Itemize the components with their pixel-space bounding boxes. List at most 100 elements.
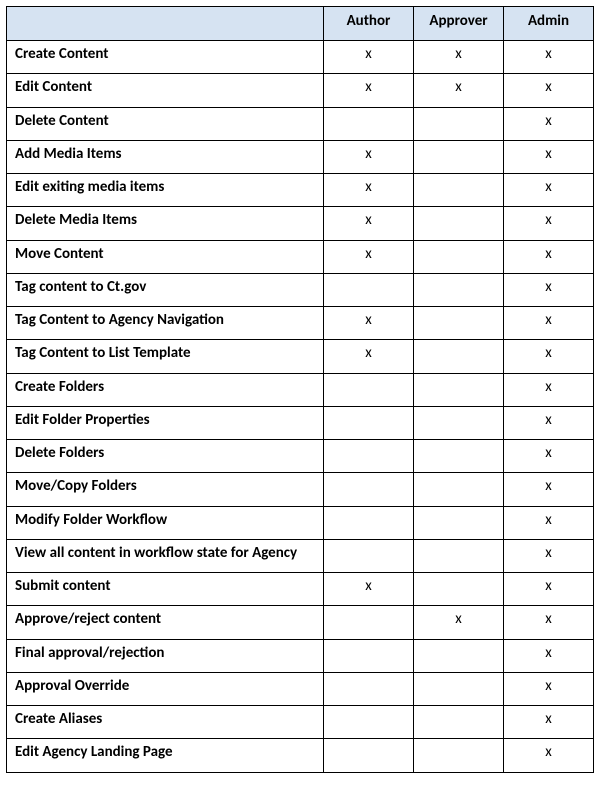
cell-admin: x	[503, 174, 593, 207]
cell-approver	[413, 706, 503, 739]
cell-approver	[413, 406, 503, 439]
table-header: Author Approver Admin	[7, 7, 594, 41]
cell-approver	[413, 140, 503, 173]
cell-approver	[413, 340, 503, 373]
table-row: Create Aliasesx	[7, 706, 594, 739]
cell-admin: x	[503, 639, 593, 672]
col-header-author: Author	[323, 7, 413, 41]
row-label: Move Content	[7, 240, 324, 273]
permissions-table: Author Approver Admin Create ContentxxxE…	[6, 6, 594, 773]
cell-author: x	[323, 74, 413, 107]
cell-approver	[413, 539, 503, 572]
table-row: Final approval/rejection x	[7, 639, 594, 672]
row-label: Delete Media Items	[7, 207, 324, 240]
cell-admin: x	[503, 74, 593, 107]
cell-author	[323, 373, 413, 406]
cell-admin: x	[503, 207, 593, 240]
table-row: Add Media Itemsxx	[7, 140, 594, 173]
cell-admin: x	[503, 373, 593, 406]
cell-approver	[413, 174, 503, 207]
table-row: Edit Agency Landing Page x	[7, 739, 594, 772]
row-label: Add Media Items	[7, 140, 324, 173]
cell-author	[323, 672, 413, 705]
col-header-admin: Admin	[503, 7, 593, 41]
cell-approver	[413, 440, 503, 473]
cell-author	[323, 473, 413, 506]
col-header-approver: Approver	[413, 7, 503, 41]
col-header-blank	[7, 7, 324, 41]
row-label: View all content in workflow state for A…	[7, 539, 324, 572]
row-label: Final approval/rejection	[7, 639, 324, 672]
table-row: Edit Folder Properties x	[7, 406, 594, 439]
row-label: Submit content	[7, 573, 324, 606]
cell-approver	[413, 473, 503, 506]
cell-approver	[413, 573, 503, 606]
table-row: Delete Media Itemsxx	[7, 207, 594, 240]
cell-author: x	[323, 340, 413, 373]
cell-admin: x	[503, 340, 593, 373]
table-row: Tag Content to Agency Navigationxx	[7, 307, 594, 340]
cell-admin: x	[503, 406, 593, 439]
cell-approver	[413, 506, 503, 539]
cell-admin: x	[503, 140, 593, 173]
table-row: Move/Copy Foldersx	[7, 473, 594, 506]
cell-author	[323, 107, 413, 140]
row-label: Tag Content to Agency Navigation	[7, 307, 324, 340]
cell-approver	[413, 739, 503, 772]
cell-approver: x	[413, 606, 503, 639]
table-row: Approve/reject content xx	[7, 606, 594, 639]
cell-author: x	[323, 174, 413, 207]
cell-author	[323, 739, 413, 772]
table-row: Submit contentxx	[7, 573, 594, 606]
cell-admin: x	[503, 539, 593, 572]
table-row: Tag content to Ct.gov x	[7, 273, 594, 306]
cell-author	[323, 406, 413, 439]
cell-approver	[413, 107, 503, 140]
cell-approver	[413, 240, 503, 273]
cell-admin: x	[503, 273, 593, 306]
table-row: Create Contentxxx	[7, 41, 594, 74]
row-label: Move/Copy Folders	[7, 473, 324, 506]
row-label: Tag content to Ct.gov	[7, 273, 324, 306]
cell-author	[323, 639, 413, 672]
cell-admin: x	[503, 672, 593, 705]
table-row: Delete Content x	[7, 107, 594, 140]
cell-author: x	[323, 573, 413, 606]
row-label: Create Folders	[7, 373, 324, 406]
cell-approver	[413, 639, 503, 672]
cell-admin: x	[503, 739, 593, 772]
cell-admin: x	[503, 240, 593, 273]
row-label: Modify Folder Workflow	[7, 506, 324, 539]
row-label: Tag Content to List Template	[7, 340, 324, 373]
cell-admin: x	[503, 506, 593, 539]
row-label: Approve/reject content	[7, 606, 324, 639]
row-label: Approval Override	[7, 672, 324, 705]
cell-author: x	[323, 140, 413, 173]
cell-author: x	[323, 207, 413, 240]
table-row: Delete Foldersx	[7, 440, 594, 473]
cell-admin: x	[503, 307, 593, 340]
cell-approver	[413, 672, 503, 705]
row-label: Delete Content	[7, 107, 324, 140]
cell-admin: x	[503, 706, 593, 739]
cell-approver	[413, 307, 503, 340]
cell-admin: x	[503, 107, 593, 140]
table-row: Move Contentxx	[7, 240, 594, 273]
cell-admin: x	[503, 606, 593, 639]
row-label: Edit Agency Landing Page	[7, 739, 324, 772]
row-label: Edit Content	[7, 74, 324, 107]
table-body: Create ContentxxxEdit ContentxxxDelete C…	[7, 41, 594, 773]
table-row: View all content in workflow state for A…	[7, 539, 594, 572]
cell-author: x	[323, 307, 413, 340]
cell-author: x	[323, 41, 413, 74]
table-row: Approval Override x	[7, 672, 594, 705]
table-row: Create Folders x	[7, 373, 594, 406]
cell-admin: x	[503, 440, 593, 473]
cell-approver	[413, 373, 503, 406]
row-label: Edit exiting media items	[7, 174, 324, 207]
cell-approver	[413, 207, 503, 240]
cell-admin: x	[503, 41, 593, 74]
table-row: Tag Content to List Templatexx	[7, 340, 594, 373]
cell-approver: x	[413, 74, 503, 107]
row-label: Edit Folder Properties	[7, 406, 324, 439]
